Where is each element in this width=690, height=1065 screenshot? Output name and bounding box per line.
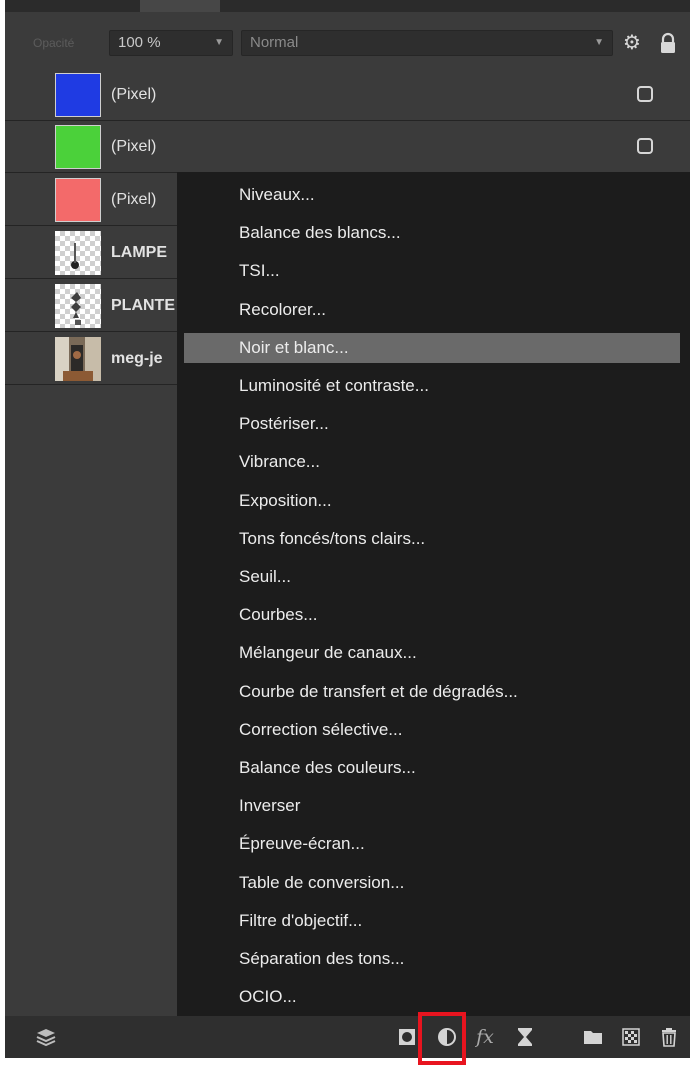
- opacity-value: 100 %: [118, 34, 161, 51]
- menu-item[interactable]: Niveaux...: [184, 180, 680, 210]
- menu-item[interactable]: Courbe de transfert et de dégradés...: [184, 677, 680, 707]
- adjustment-menu: Niveaux... Balance des blancs... TSI... Rec…: [177, 172, 690, 1016]
- menu-item[interactable]: TSI...: [184, 256, 680, 286]
- menu-item[interactable]: OCIO...: [184, 982, 680, 1012]
- layers-panel: Opacité 100 % ▼ Normal ▼ ⚙ (Pixel) (Pixe…: [5, 0, 690, 1058]
- opacity-field[interactable]: 100 % ▼: [109, 30, 233, 56]
- layer-row[interactable]: (Pixel): [5, 69, 690, 121]
- layer-row[interactable]: (Pixel): [5, 121, 690, 173]
- blend-mode-value: Normal: [250, 34, 299, 51]
- menu-item[interactable]: Seuil...: [184, 562, 680, 592]
- layers-toolbar: fx: [5, 1016, 690, 1058]
- opacity-label: Opacité: [33, 36, 75, 50]
- mask-icon[interactable]: [393, 1016, 421, 1058]
- tab-layers[interactable]: [140, 0, 220, 12]
- gear-icon[interactable]: ⚙: [619, 29, 645, 57]
- chevron-down-icon[interactable]: ▼: [594, 31, 604, 55]
- layer-name: PLANTE: [111, 297, 175, 314]
- fx-button[interactable]: fx: [471, 1016, 499, 1058]
- lock-icon[interactable]: [657, 32, 679, 54]
- trash-icon[interactable]: [655, 1016, 683, 1058]
- checker-icon[interactable]: [617, 1016, 645, 1058]
- menu-item[interactable]: Luminosité et contraste...: [184, 371, 680, 401]
- menu-item[interactable]: Recolorer...: [184, 295, 680, 325]
- hourglass-icon[interactable]: [511, 1016, 539, 1058]
- layers-icon[interactable]: [29, 1016, 63, 1058]
- menu-item[interactable]: Balance des blancs...: [184, 218, 680, 248]
- layer-name: LAMPE: [111, 244, 167, 261]
- chevron-down-icon[interactable]: ▼: [214, 31, 224, 55]
- menu-item[interactable]: Balance des couleurs...: [184, 753, 680, 783]
- menu-item[interactable]: Mélangeur de canaux...: [184, 638, 680, 668]
- tab-left[interactable]: [55, 0, 127, 12]
- layer-thumbnail: [55, 284, 101, 328]
- tab-right[interactable]: [235, 0, 325, 12]
- layer-thumbnail: [55, 73, 101, 117]
- menu-item[interactable]: Épreuve-écran...: [184, 829, 680, 859]
- menu-item[interactable]: Exposition...: [184, 486, 680, 516]
- layer-name: meg-je: [111, 350, 163, 367]
- menu-item[interactable]: Filtre d'objectif...: [184, 906, 680, 936]
- menu-item[interactable]: Correction sélective...: [184, 715, 680, 745]
- menu-item[interactable]: Séparation des tons...: [184, 944, 680, 974]
- menu-item[interactable]: Vibrance...: [184, 447, 680, 477]
- layer-thumbnail: [55, 178, 101, 222]
- panel-tabs: [5, 0, 690, 12]
- highlight-box: [418, 1012, 466, 1065]
- menu-item[interactable]: Noir et blanc...: [184, 332, 680, 363]
- menu-item[interactable]: Tons foncés/tons clairs...: [184, 524, 680, 554]
- layer-thumbnail: [55, 337, 101, 381]
- layer-thumbnail: [55, 125, 101, 169]
- menu-item[interactable]: Courbes...: [184, 600, 680, 630]
- menu-item[interactable]: Inverser: [184, 791, 680, 821]
- visibility-checkbox[interactable]: [637, 86, 653, 102]
- layer-name: (Pixel): [111, 138, 157, 155]
- layer-options-row: Opacité 100 % ▼ Normal ▼ ⚙: [5, 28, 690, 58]
- blend-mode-select[interactable]: Normal ▼: [241, 30, 613, 56]
- layer-name: (Pixel): [111, 86, 157, 103]
- folder-icon[interactable]: [579, 1016, 607, 1058]
- layer-thumbnail: [55, 231, 101, 275]
- visibility-checkbox[interactable]: [637, 138, 653, 154]
- layer-name: (Pixel): [111, 191, 157, 208]
- menu-item[interactable]: Postériser...: [184, 409, 680, 439]
- menu-item[interactable]: Table de conversion...: [184, 868, 680, 898]
